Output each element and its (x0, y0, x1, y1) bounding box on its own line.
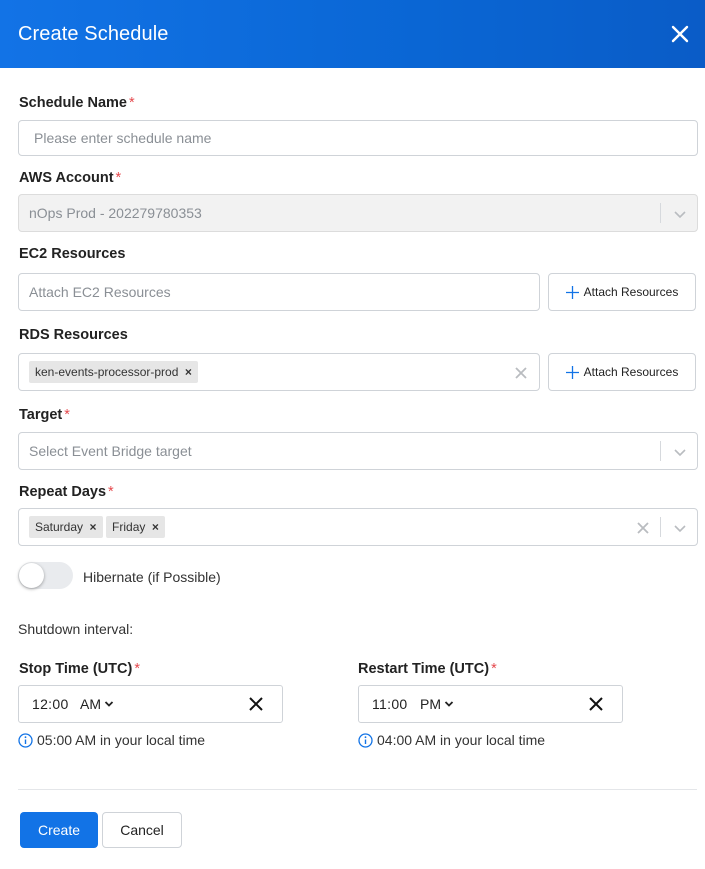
chevron-down-icon (674, 449, 686, 457)
stop-ampm-select[interactable]: AM (80, 696, 114, 712)
select-separator (660, 441, 661, 461)
restart-time-hint: 04:00 AM in your local time (358, 732, 545, 748)
stop-time-hint: 05:00 AM in your local time (18, 732, 205, 748)
restart-time-value: 11:00 (372, 696, 408, 712)
select-separator (660, 517, 661, 537)
ec2-resources-placeholder: Attach EC2 Resources (29, 284, 171, 300)
rds-chip: ken-events-processor-prod × (29, 361, 199, 383)
rds-resources-input[interactable]: ken-events-processor-prod × (18, 353, 540, 391)
chevron-down-icon (674, 211, 686, 219)
stop-time-value: 12:00 (32, 696, 69, 712)
stop-ampm-value: AM (80, 696, 101, 712)
plus-icon (565, 285, 579, 299)
clear-time-icon[interactable] (588, 696, 604, 712)
ec2-resources-label: EC2 Resources (19, 246, 126, 262)
target-select[interactable]: Select Event Bridge target (18, 432, 698, 470)
restart-time-label: Restart Time (UTC) * (358, 661, 497, 677)
chip-remove-icon[interactable]: × (145, 516, 165, 538)
create-button[interactable]: Create (20, 812, 98, 848)
day-chip: Saturday × (29, 516, 104, 538)
restart-ampm-select[interactable]: PM (420, 696, 454, 712)
dialog-header: Create Schedule (0, 0, 705, 68)
footer-divider (18, 789, 697, 790)
repeat-days-select[interactable]: Saturday × Friday × (18, 508, 698, 546)
chip-remove-icon[interactable]: × (178, 361, 198, 383)
chip-remove-icon[interactable]: × (83, 516, 103, 538)
dialog-title: Create Schedule (18, 22, 169, 45)
info-icon (358, 732, 373, 748)
cancel-button[interactable]: Cancel (102, 812, 182, 848)
clear-icon[interactable] (637, 522, 649, 534)
aws-account-value: nOps Prod - 202279780353 (29, 205, 202, 221)
clear-time-icon[interactable] (248, 696, 264, 712)
hibernate-toggle[interactable] (18, 562, 73, 589)
stop-time-hint-text: 05:00 AM in your local time (37, 732, 206, 748)
close-icon (671, 25, 689, 43)
ec2-resources-input[interactable]: Attach EC2 Resources (18, 273, 540, 311)
close-button[interactable] (667, 21, 693, 47)
aws-account-select[interactable]: nOps Prod - 202279780353 (18, 194, 698, 232)
rds-resources-label: RDS Resources (19, 327, 128, 343)
schedule-name-placeholder: Please enter schedule name (34, 130, 212, 146)
clear-icon[interactable] (515, 367, 527, 379)
day-chip-label: Friday (112, 520, 146, 534)
attach-rds-label: Attach Resources (583, 365, 679, 379)
shutdown-interval-label: Shutdown interval: (18, 621, 134, 637)
stop-time-label: Stop Time (UTC) * (19, 661, 140, 677)
attach-rds-button[interactable]: Attach Resources (548, 353, 696, 391)
target-placeholder: Select Event Bridge target (29, 443, 192, 459)
day-chip-label: Saturday (35, 520, 84, 534)
restart-ampm-value: PM (420, 696, 441, 712)
chevron-down-icon (674, 525, 686, 533)
info-icon (18, 732, 33, 748)
day-chip: Friday × (106, 516, 166, 538)
chevron-down-icon (444, 701, 454, 707)
attach-ec2-button[interactable]: Attach Resources (548, 273, 696, 311)
rds-chip-label: ken-events-processor-prod (35, 365, 179, 379)
target-label: Target * (19, 407, 70, 423)
schedule-name-input[interactable]: Please enter schedule name (18, 120, 698, 156)
stop-time-input[interactable]: 12:00 AM (18, 685, 283, 723)
select-separator (660, 203, 661, 223)
toggle-knob (19, 563, 44, 588)
hibernate-label: Hibernate (if Possible) (83, 569, 221, 585)
attach-ec2-label: Attach Resources (583, 285, 679, 299)
restart-time-hint-text: 04:00 AM in your local time (377, 732, 546, 748)
plus-icon (565, 365, 579, 379)
schedule-name-label: Schedule Name * (19, 95, 135, 111)
chevron-down-icon (104, 701, 114, 707)
repeat-days-label: Repeat Days * (19, 484, 114, 500)
restart-time-input[interactable]: 11:00 PM (358, 685, 623, 723)
aws-account-label: AWS Account * (19, 170, 122, 186)
